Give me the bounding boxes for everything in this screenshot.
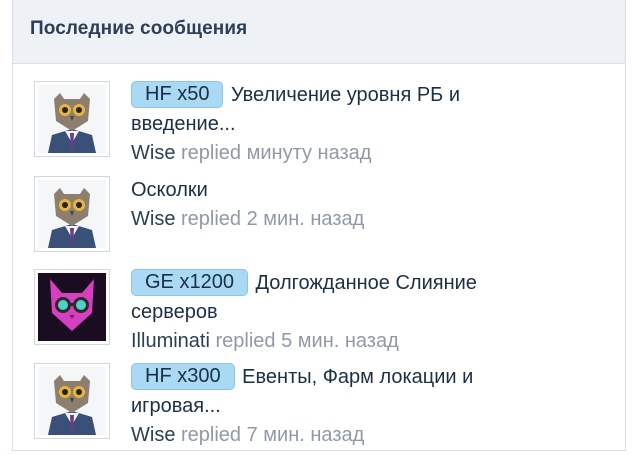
thread-title[interactable]: Долгожданное Слияние	[256, 272, 477, 294]
item-content: GE x1200 Долгожданное Слияние серверов I…	[131, 269, 611, 355]
owl-avatar-icon	[38, 85, 106, 153]
username[interactable]: Wise	[131, 142, 175, 164]
username[interactable]: Wise	[131, 208, 175, 230]
item-content: HF x50 Увеличение уровня РБ и введение..…	[131, 81, 611, 167]
thread-title[interactable]: Осколки	[131, 176, 611, 205]
timestamp[interactable]: 5 мин. назад	[281, 330, 399, 352]
action-text: replied	[181, 424, 242, 446]
owl-avatar-icon	[38, 180, 106, 248]
action-text: replied	[181, 142, 242, 164]
thread-title[interactable]: Евенты, Фарм локации и	[242, 366, 473, 388]
avatar[interactable]	[34, 269, 110, 345]
item-content: HF x300 Евенты, Фарм локации и игровая..…	[131, 363, 611, 449]
latest-posts-widget: Последние сообщения HF x50 Увеличение ур…	[12, 0, 626, 451]
item-meta: Wise replied минуту назад	[131, 139, 611, 167]
timestamp[interactable]: 7 мин. назад	[247, 424, 365, 446]
item-meta: Wise replied 2 мин. назад	[131, 205, 611, 233]
avatar[interactable]	[34, 176, 110, 252]
thread-title[interactable]: Увеличение уровня РБ и	[231, 84, 460, 106]
thread-prefix[interactable]: HF x50	[131, 81, 224, 108]
action-text: replied	[215, 330, 276, 352]
list-item: HF x300 Евенты, Фарм локации и игровая..…	[13, 363, 625, 455]
item-meta: Wise replied 7 мин. назад	[131, 421, 611, 449]
avatar[interactable]	[34, 363, 110, 439]
list-item: GE x1200 Долгожданное Слияние серверов I…	[13, 269, 625, 361]
thread-prefix[interactable]: HF x300	[131, 363, 235, 390]
pink-cat-avatar-icon	[38, 273, 106, 341]
widget-title[interactable]: Последние сообщения	[30, 18, 625, 40]
action-text: replied	[181, 208, 242, 230]
avatar[interactable]	[34, 81, 110, 157]
timestamp[interactable]: минуту назад	[247, 142, 372, 164]
username[interactable]: Wise	[131, 424, 175, 446]
owl-avatar-icon	[38, 367, 106, 435]
timestamp[interactable]: 2 мин. назад	[247, 208, 365, 230]
item-content: Осколки Wise replied 2 мин. назад	[131, 176, 611, 233]
thread-title-continued[interactable]: серверов	[131, 298, 611, 327]
item-meta: Illuminati replied 5 мин. назад	[131, 327, 611, 355]
thread-title-continued[interactable]: игровая...	[131, 392, 611, 421]
thread-title-continued[interactable]: введение...	[131, 110, 611, 139]
thread-prefix[interactable]: GE x1200	[131, 269, 248, 296]
list-item: Осколки Wise replied 2 мин. назад	[13, 176, 625, 256]
list-item: HF x50 Увеличение уровня РБ и введение..…	[13, 81, 625, 173]
username[interactable]: Illuminati	[131, 330, 210, 352]
widget-header: Последние сообщения	[13, 0, 625, 64]
